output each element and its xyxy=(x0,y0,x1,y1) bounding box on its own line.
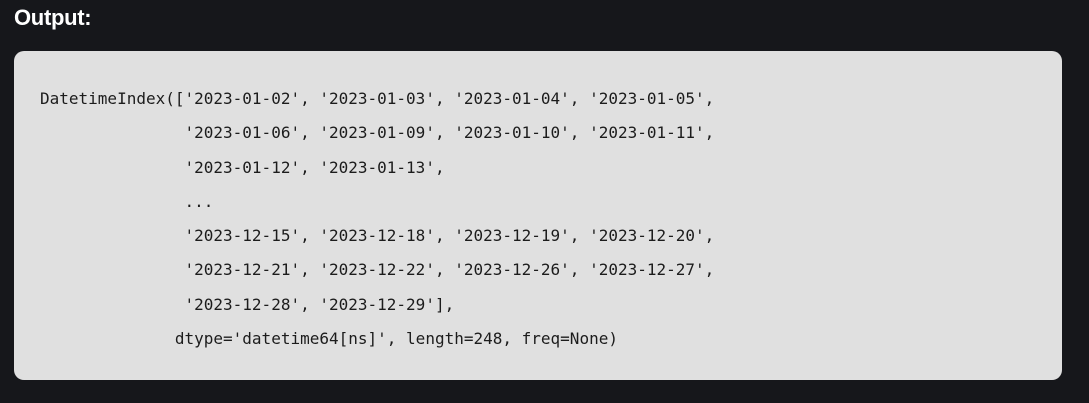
output-block: DatetimeIndex(['2023-01-02', '2023-01-03… xyxy=(14,51,1062,380)
code-line: '2023-01-12', '2023-01-13', xyxy=(40,157,445,177)
code-line: dtype='datetime64[ns]', length=248, freq… xyxy=(40,329,618,349)
code-line: ... xyxy=(40,191,214,211)
output-heading: Output: xyxy=(14,5,92,30)
code-line: DatetimeIndex(['2023-01-02', '2023-01-03… xyxy=(40,89,715,108)
code-line: '2023-12-15', '2023-12-18', '2023-12-19'… xyxy=(40,226,715,246)
code-line: '2023-12-28', '2023-12-29'], xyxy=(40,294,455,314)
code-line: '2023-01-06', '2023-01-09', '2023-01-10'… xyxy=(40,123,715,143)
code-line: '2023-12-21', '2023-12-22', '2023-12-26'… xyxy=(40,260,715,280)
code-output: DatetimeIndex(['2023-01-02', '2023-01-03… xyxy=(40,82,714,356)
